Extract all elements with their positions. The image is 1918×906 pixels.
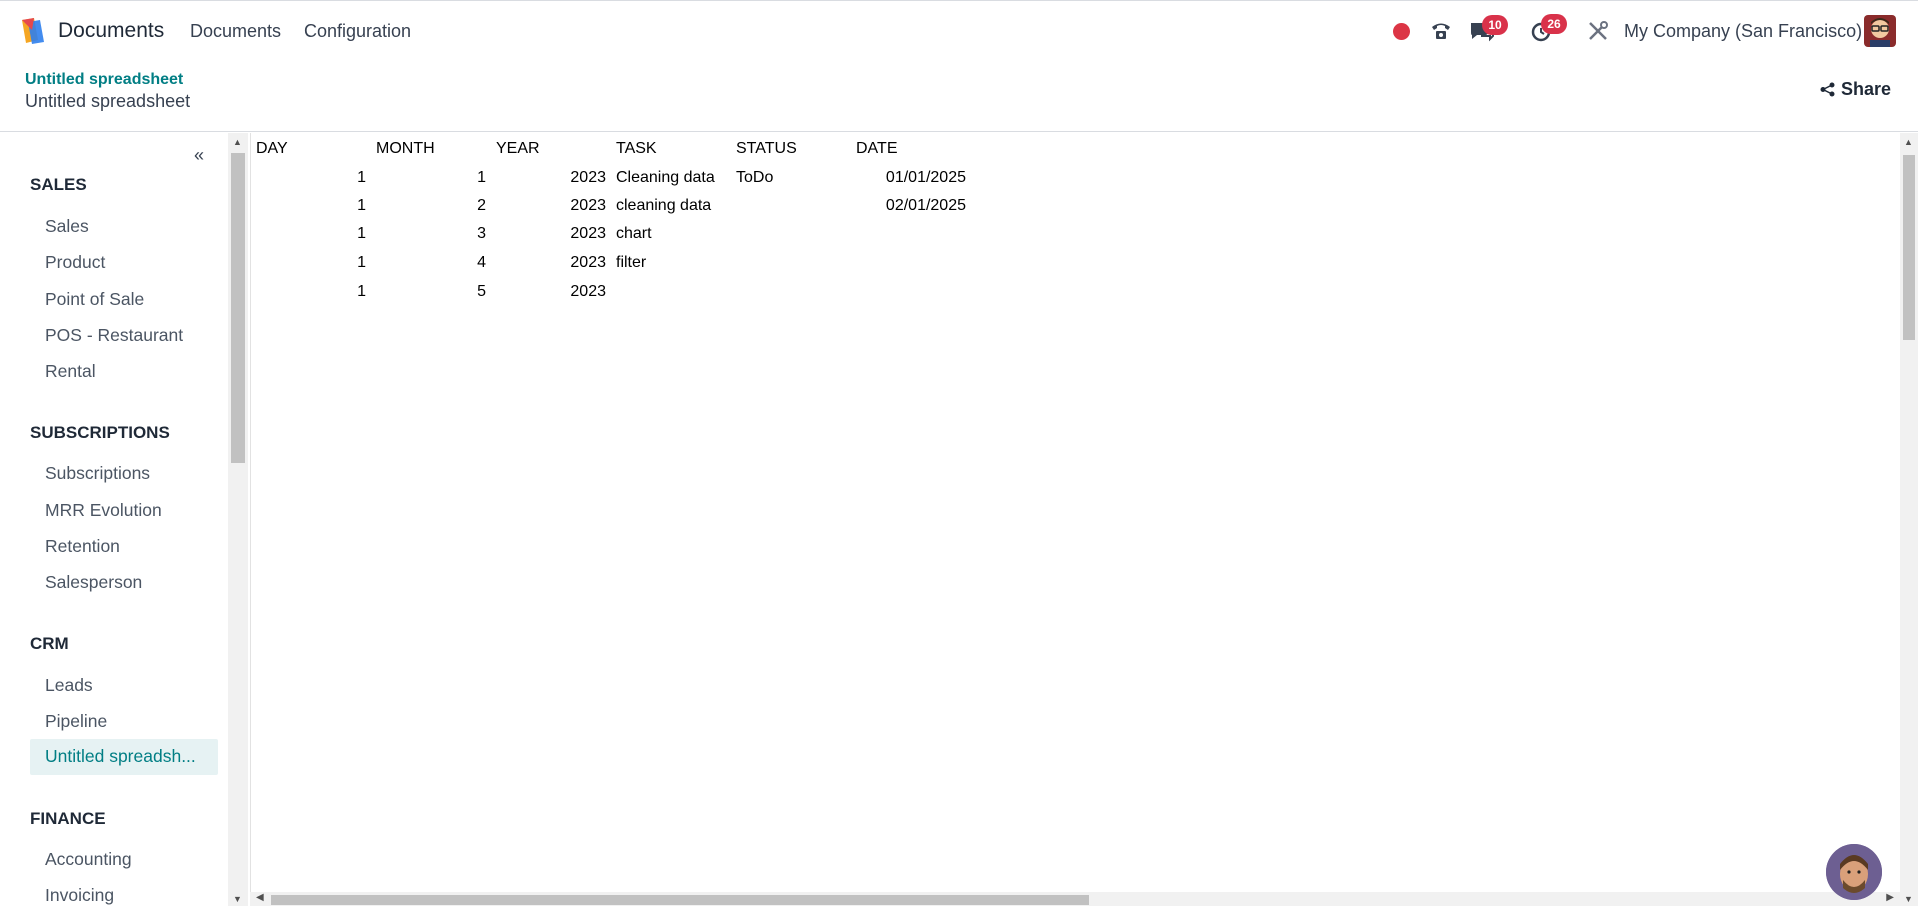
control-panel: Untitled spreadsheet Untitled spreadshee… xyxy=(0,60,1918,132)
header-cell-task[interactable]: TASK xyxy=(616,136,657,162)
header-cell-month[interactable]: MONTH xyxy=(376,136,435,162)
spreadsheet-grid[interactable]: DAY MONTH YEAR TASK STATUS DATE 1 1 2023… xyxy=(250,133,1898,893)
table-cell[interactable]: cleaning data xyxy=(616,193,711,219)
table-cell[interactable]: 1 xyxy=(256,193,366,219)
table-cell[interactable]: 5 xyxy=(376,279,486,305)
header-cell-day[interactable]: DAY xyxy=(256,136,288,162)
sidebar-item-salesperson[interactable]: Salesperson xyxy=(45,572,142,593)
table-cell[interactable]: ToDo xyxy=(736,165,773,191)
table-cell[interactable]: 2023 xyxy=(496,165,606,191)
share-icon xyxy=(1820,82,1835,97)
table-cell[interactable]: 2023 xyxy=(496,250,606,276)
sidebar-item-product[interactable]: Product xyxy=(45,252,105,273)
table-cell[interactable]: 1 xyxy=(256,250,366,276)
scroll-left-icon[interactable]: ◀ xyxy=(256,892,264,903)
sheet-vertical-scrollbar[interactable]: ▲ ▼ xyxy=(1900,133,1918,906)
sidebar-item-point-of-sale[interactable]: Point of Sale xyxy=(45,289,144,310)
company-switcher[interactable]: My Company (San Francisco) xyxy=(1624,21,1862,42)
sidebar-item-pipeline[interactable]: Pipeline xyxy=(45,711,107,732)
section-title-subscriptions: SUBSCRIPTIONS xyxy=(30,423,170,442)
sidebar-item-leads[interactable]: Leads xyxy=(45,675,93,696)
user-avatar[interactable] xyxy=(1864,15,1896,47)
messages-count-badge: 10 xyxy=(1482,15,1508,35)
sheet-horizontal-scrollbar[interactable]: ◀ ▶ xyxy=(250,892,1900,906)
sidebar-item-retention[interactable]: Retention xyxy=(45,536,120,557)
scroll-up-icon[interactable]: ▲ xyxy=(1904,137,1913,147)
scroll-up-icon[interactable]: ▲ xyxy=(233,137,242,147)
table-cell[interactable]: 2023 xyxy=(496,193,606,219)
section-title-crm: CRM xyxy=(30,634,69,653)
table-cell[interactable]: 1 xyxy=(256,165,366,191)
header-cell-year[interactable]: YEAR xyxy=(496,136,540,162)
table-cell[interactable]: 01/01/2025 xyxy=(856,165,966,191)
sidebar-item-pos-restaurant[interactable]: POS - Restaurant xyxy=(45,325,183,346)
collapse-sidebar-icon[interactable]: « xyxy=(194,145,204,166)
table-cell[interactable]: 1 xyxy=(256,279,366,305)
sidebar-item-invoicing[interactable]: Invoicing xyxy=(45,885,114,906)
sidebar-item-subscriptions[interactable]: Subscriptions xyxy=(45,463,150,484)
top-navbar: Documents Documents Configuration 10 26 … xyxy=(0,0,1918,60)
header-cell-date[interactable]: DATE xyxy=(856,136,897,162)
menu-documents[interactable]: Documents xyxy=(190,21,281,42)
scroll-down-icon[interactable]: ▼ xyxy=(1904,894,1913,904)
breadcrumb-current-title[interactable]: Untitled spreadsheet xyxy=(25,91,190,112)
table-cell[interactable]: 2023 xyxy=(496,221,606,247)
livechat-bot-avatar[interactable] xyxy=(1826,844,1882,900)
header-cell-status[interactable]: STATUS xyxy=(736,136,797,162)
app-name[interactable]: Documents xyxy=(58,19,164,43)
share-button[interactable]: Share xyxy=(1820,79,1891,100)
debug-tools-icon[interactable] xyxy=(1584,15,1612,47)
table-cell[interactable]: 4 xyxy=(376,250,486,276)
dashboard-sidebar: « SALES Sales Product Point of Sale POS … xyxy=(0,133,228,906)
table-cell[interactable]: Cleaning data xyxy=(616,165,715,191)
sheet-vertical-scrollbar-thumb[interactable] xyxy=(1903,155,1915,340)
breadcrumb-parent-link[interactable]: Untitled spreadsheet xyxy=(25,71,183,89)
section-title-sales: SALES xyxy=(30,175,87,194)
share-label: Share xyxy=(1841,79,1892,99)
activity-count-badge: 26 xyxy=(1541,14,1567,34)
sidebar-item-sales[interactable]: Sales xyxy=(45,216,89,237)
sidebar-item-rental[interactable]: Rental xyxy=(45,361,96,382)
menu-configuration[interactable]: Configuration xyxy=(304,21,411,42)
sidebar-scrollbar[interactable]: ▲ ▼ xyxy=(228,133,248,906)
scroll-down-icon[interactable]: ▼ xyxy=(233,894,242,904)
sidebar-scrollbar-thumb[interactable] xyxy=(231,153,245,463)
documents-app-logo-icon[interactable] xyxy=(18,16,48,46)
sheet-horizontal-scrollbar-thumb[interactable] xyxy=(271,895,1089,905)
table-cell[interactable]: filter xyxy=(616,250,646,276)
scroll-right-icon[interactable]: ▶ xyxy=(1886,892,1894,903)
table-cell[interactable]: 2023 xyxy=(496,279,606,305)
phone-icon[interactable] xyxy=(1427,15,1455,47)
recording-indicator-icon[interactable] xyxy=(1393,23,1410,40)
sidebar-item-mrr-evolution[interactable]: MRR Evolution xyxy=(45,500,162,521)
table-cell[interactable]: 1 xyxy=(256,221,366,247)
sidebar-item-untitled-spreadsheet[interactable]: Untitled spreadsh... xyxy=(30,739,218,775)
section-title-finance: FINANCE xyxy=(30,809,106,828)
sidebar-item-accounting[interactable]: Accounting xyxy=(45,849,132,870)
table-cell[interactable]: 2 xyxy=(376,193,486,219)
table-cell[interactable]: 02/01/2025 xyxy=(856,193,966,219)
table-cell[interactable]: chart xyxy=(616,221,652,247)
table-cell[interactable]: 1 xyxy=(376,165,486,191)
table-cell[interactable]: 3 xyxy=(376,221,486,247)
